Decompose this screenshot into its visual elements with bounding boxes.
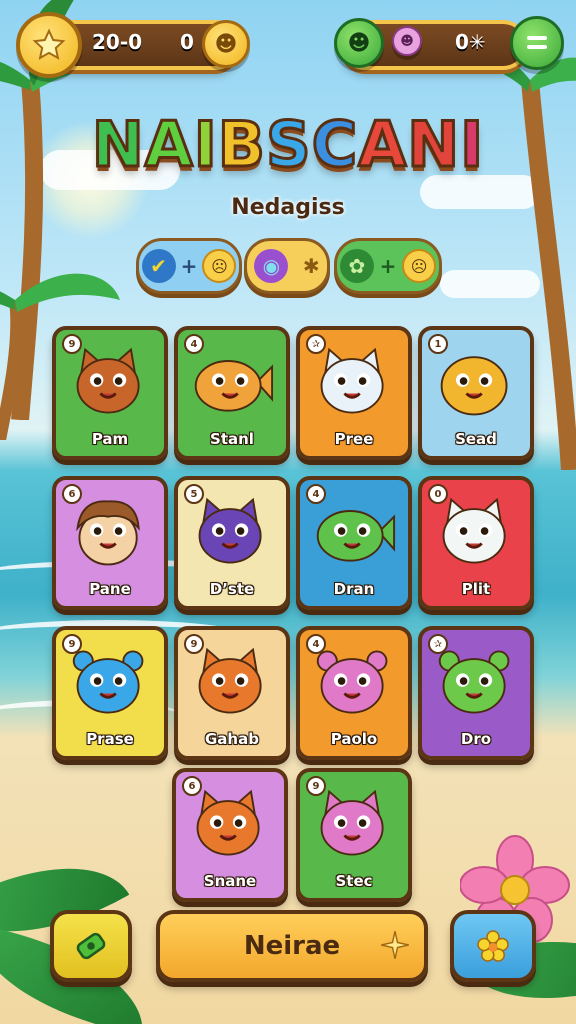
title-letter: S (265, 107, 313, 183)
card-label: Pam (91, 430, 129, 448)
top-hud: 20-0 0 ☻ ☻ ☻ 0✳ (0, 0, 576, 90)
title-letter: C (310, 107, 359, 183)
title-letter: N (406, 107, 461, 183)
card-label: Stanl (210, 430, 254, 448)
title-letter: B (216, 107, 267, 183)
main-action-label: Neirae (243, 931, 341, 961)
card-label: Prase (86, 730, 134, 748)
score-value: 20-0 (92, 30, 143, 54)
creature-card[interactable]: 6 Snane (172, 768, 288, 902)
game-title: NAIBSCANI (0, 105, 576, 185)
flower-button[interactable] (450, 910, 536, 982)
title-letter: I (192, 107, 218, 183)
creature-card[interactable]: 9 Stec (296, 768, 412, 902)
resource-value: 0✳ (455, 30, 486, 54)
creature-card[interactable]: 0 Plit (418, 476, 534, 610)
smiley-coin-icon: ☻ (202, 20, 250, 68)
creature-card[interactable]: 9 Pam (52, 326, 168, 460)
creature-card[interactable]: 9 Prase (52, 626, 168, 760)
card-label: Paolo (330, 730, 378, 748)
creature-card[interactable]: 4 Dran (296, 476, 412, 610)
tag-button[interactable] (50, 910, 132, 982)
card-label: Plit (461, 580, 491, 598)
face-icon: ☹ (402, 249, 437, 283)
creature-card[interactable]: ✰ Dro (418, 626, 534, 760)
face-icon: ☹ (202, 249, 237, 283)
powerup-symbol: + (379, 254, 397, 278)
powerup-leaf[interactable]: ✿ + ☹ (334, 238, 442, 294)
card-label: D’ste (209, 580, 255, 598)
title-letter: N (90, 107, 145, 183)
title-letter: A (143, 107, 194, 183)
powerup-check[interactable]: ✔ + ☹ (136, 238, 242, 294)
orb-icon: ◉ (254, 249, 289, 283)
star-icon (32, 28, 66, 60)
creature-card[interactable]: 6 Pane (52, 476, 168, 610)
creature-card[interactable]: 4 Stanl (174, 326, 290, 460)
pink-creature-icon: ☻ (392, 26, 422, 56)
sparkle-icon (381, 931, 409, 959)
checkmark-icon: ✔ (141, 249, 176, 283)
card-label: Gahab (205, 730, 259, 748)
powerup-orb[interactable]: ◉ ✱ (244, 238, 330, 294)
subtitle: Nedagiss (231, 195, 345, 220)
card-label: Sead (455, 430, 497, 448)
coin-value: 0 (180, 30, 194, 54)
powerup-symbol: ✱ (302, 254, 320, 278)
creature-card[interactable]: 1 Sead (418, 326, 534, 460)
card-label: Stec (335, 872, 373, 890)
powerup-symbol: + (180, 254, 198, 278)
menu-button[interactable] (510, 16, 564, 70)
title-letter: I (459, 107, 485, 183)
card-label: Pane (89, 580, 131, 598)
menu-icon (527, 36, 547, 49)
card-label: Pree (334, 430, 374, 448)
title-letter: A (357, 107, 408, 183)
star-button[interactable] (16, 12, 82, 78)
creature-card[interactable]: 9 Gahab (174, 626, 290, 760)
creature-card[interactable]: 5 D’ste (174, 476, 290, 610)
card-label: Snane (203, 872, 257, 890)
main-action-button[interactable]: Neirae (156, 910, 428, 982)
creature-card[interactable]: ✰ Pree (296, 326, 412, 460)
card-label: Dran (333, 580, 375, 598)
tag-icon (76, 932, 106, 960)
clover-icon: ✿ (339, 249, 374, 283)
card-label: Dro (460, 730, 492, 748)
flower-small-icon (477, 930, 509, 962)
creature-card[interactable]: 4 Paolo (296, 626, 412, 760)
green-face-icon: ☻ (334, 18, 384, 68)
